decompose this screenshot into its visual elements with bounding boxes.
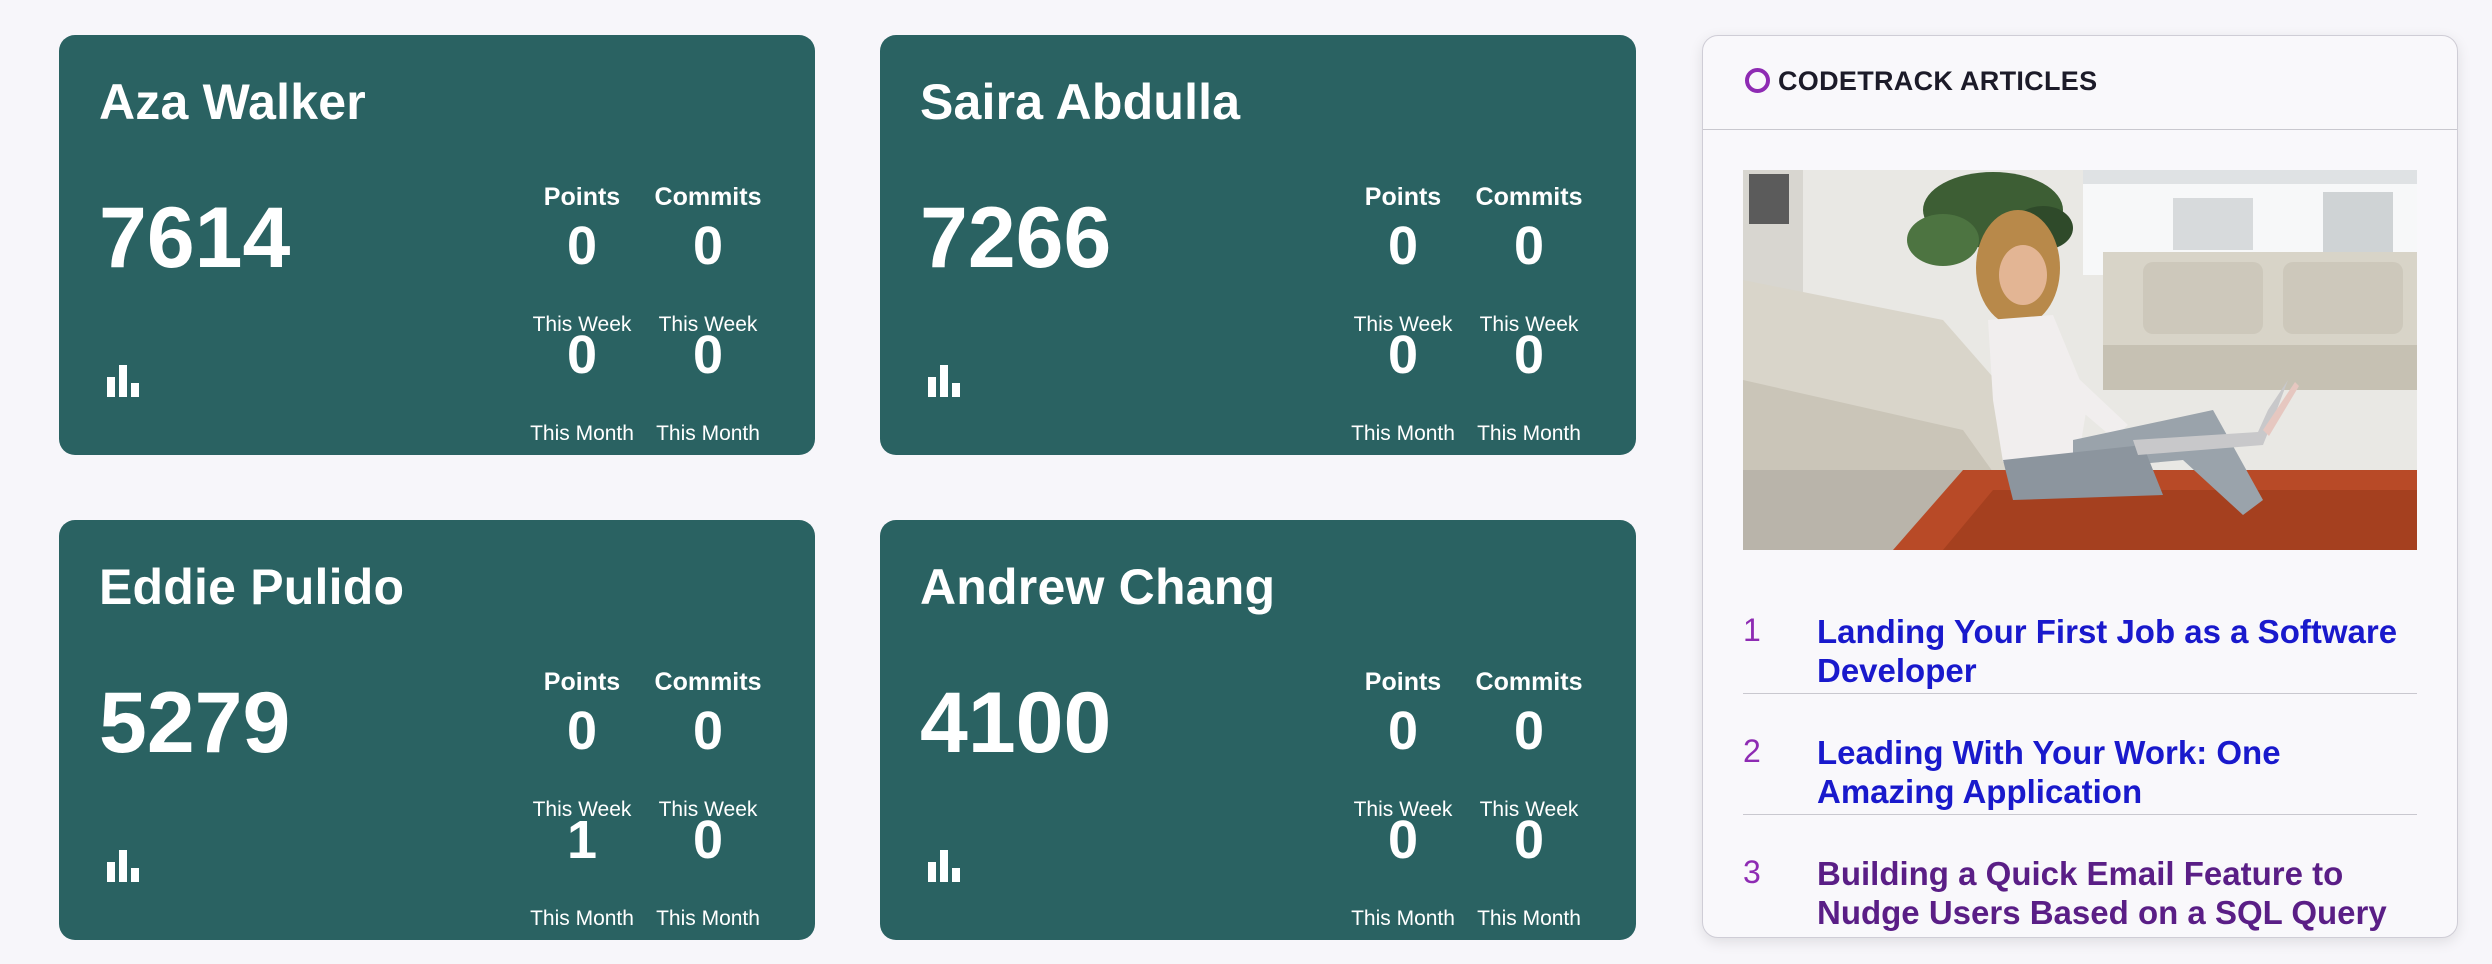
articles-header: CODETRACK ARTICLES: [1703, 36, 2457, 130]
article-number: 3: [1743, 854, 1761, 890]
leader-name: Aza Walker: [99, 74, 366, 130]
bar-chart-icon[interactable]: [107, 850, 141, 882]
this-month-label: This Month: [1351, 907, 1455, 930]
leader-name: Andrew Chang: [920, 559, 1276, 615]
commits-this-month: 0: [692, 325, 724, 385]
points-header: Points: [1364, 183, 1442, 211]
leader-total-points: 4100: [920, 675, 1112, 771]
commits-header: Commits: [654, 668, 762, 696]
points-this-month: 0: [1387, 810, 1419, 870]
leader-name: Eddie Pulido: [99, 559, 405, 615]
points-this-month: 1: [566, 810, 598, 870]
this-month-label: This Month: [530, 422, 634, 445]
commits-this-week: 0: [1513, 701, 1545, 761]
bar-chart-icon[interactable]: [107, 365, 141, 397]
leader-card[interactable]: Andrew Chang 4100 Points 0 This Week 0 T…: [880, 520, 1636, 940]
articles-panel: CODETRACK ARTICLES 1 Landing Your First …: [1702, 35, 2458, 938]
article-hero-image[interactable]: [1743, 170, 2417, 550]
this-month-label: This Month: [656, 422, 760, 445]
bar-chart-icon[interactable]: [928, 850, 962, 882]
leader-card[interactable]: Saira Abdulla 7266 Points 0 This Week 0 …: [880, 35, 1636, 455]
points-this-week: 0: [1387, 701, 1419, 761]
article-number: 1: [1743, 612, 1761, 648]
articles-title: CODETRACK ARTICLES: [1778, 66, 2098, 96]
points-this-month: 0: [566, 325, 598, 385]
points-this-week: 0: [1387, 216, 1419, 276]
points-header: Points: [543, 183, 621, 211]
points-header: Points: [1364, 668, 1442, 696]
article-item: 1 Landing Your First Job as a Software D…: [1743, 574, 2417, 694]
commits-header: Commits: [654, 183, 762, 211]
points-this-week: 0: [566, 701, 598, 761]
commits-this-week: 0: [692, 701, 724, 761]
article-link[interactable]: Leading With Your Work: One Amazing Appl…: [1817, 733, 2417, 811]
this-month-label: This Month: [1477, 422, 1581, 445]
article-item: 2 Leading With Your Work: One Amazing Ap…: [1743, 695, 2417, 815]
points-this-week: 0: [566, 216, 598, 276]
commits-this-month: 0: [692, 810, 724, 870]
this-month-label: This Month: [530, 907, 634, 930]
commits-this-week: 0: [1513, 216, 1545, 276]
commits-this-month: 0: [1513, 810, 1545, 870]
leader-total-points: 7266: [920, 190, 1112, 286]
commits-header: Commits: [1475, 183, 1583, 211]
leader-total-points: 7614: [99, 190, 291, 286]
this-month-label: This Month: [656, 907, 760, 930]
leader-card[interactable]: Aza Walker 7614 Points 0 This Week 0 Thi…: [59, 35, 815, 455]
article-link[interactable]: Landing Your First Job as a Software Dev…: [1817, 612, 2417, 690]
commits-this-month: 0: [1513, 325, 1545, 385]
this-month-label: This Month: [1477, 907, 1581, 930]
ring-icon: [1745, 68, 1770, 93]
article-number: 2: [1743, 733, 1761, 769]
points-header: Points: [543, 668, 621, 696]
bar-chart-icon[interactable]: [928, 365, 962, 397]
article-link[interactable]: Building a Quick Email Feature to Nudge …: [1817, 854, 2417, 932]
leader-total-points: 5279: [99, 675, 291, 771]
commits-this-week: 0: [692, 216, 724, 276]
commits-header: Commits: [1475, 668, 1583, 696]
article-item: 3 Building a Quick Email Feature to Nudg…: [1743, 816, 2417, 936]
this-month-label: This Month: [1351, 422, 1455, 445]
leader-card[interactable]: Eddie Pulido 5279 Points 0 This Week 1 T…: [59, 520, 815, 940]
leader-name: Saira Abdulla: [920, 74, 1241, 130]
points-this-month: 0: [1387, 325, 1419, 385]
